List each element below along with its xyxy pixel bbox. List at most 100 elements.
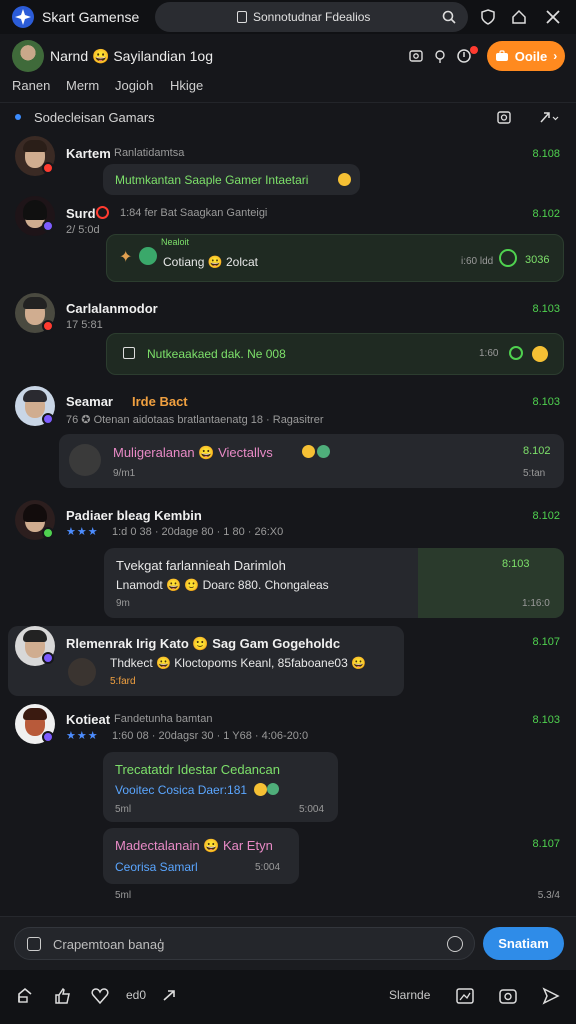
status-badge [42,220,54,232]
emoji-icon [532,346,548,362]
location-icon[interactable] [432,48,448,64]
status-badge [42,162,54,174]
sender-name-accent: Irde Bact [132,394,188,409]
attach-icon[interactable] [27,937,41,951]
message-text: Thdkect 😀 Kloctopoms Keanl, 85faboane03 … [110,656,367,670]
message-composer: Crapemtoan banaģ Snatiam [0,916,576,970]
top-search-field[interactable]: Sonnotudnar Fdealios [155,2,468,32]
message-bubble[interactable]: Madectalanain 😀 Kar Etyn Ceorisa Samarl … [103,828,299,884]
emoji-icon [302,445,315,458]
message-item: Seamar Irde Bact 76 ✪ Otenan aidotaas br… [0,386,576,496]
sender-name: Rlemenrak Irig Kato 🙂 Sag Gam Gogeholdc [66,636,341,651]
profile-name: Narnd 😀 Sayilandian 1og [50,48,213,64]
sender-meta: Fandetunha bamtan [114,713,213,725]
status-badge [42,527,54,539]
message-bubble[interactable]: Tvekgat farlannieah Darimloh Lnamodt 😀 🙂… [104,548,564,618]
sender-meta: 1:d 0 38 · 20dage 80 · 1 80 · 26:X0 [112,526,284,538]
emoji-icon [254,783,267,796]
camera-icon[interactable] [496,109,512,125]
message-meta-right-2: 1:16:0 [522,598,550,609]
avatar-hair [23,200,47,220]
heart-icon[interactable] [90,986,110,1006]
action-button[interactable]: Ooile › [487,41,565,71]
sender-name: Padiaer bleag Kembin [66,508,202,523]
message-text: Nutkeaakaed dak. Ne 008 [147,347,286,361]
message-count: 3036 [525,254,550,266]
expand-icon[interactable] [538,109,560,125]
rating-stars: ★★★ [66,730,99,742]
share-icon[interactable] [15,986,35,1006]
avatar-hair [23,708,47,720]
message-bubble[interactable]: ✦ Nealoit Cotiang 😀 2olcat i:60 ldd 3036 [106,234,564,282]
notification-dot [470,46,478,54]
message-time: 8.103 [532,303,560,315]
video-icon[interactable] [498,986,518,1006]
avatar-hair [23,140,47,152]
message-bubble[interactable]: Muligeralanan 😀 Viectallvs 9/m1 8.102 5:… [59,434,564,488]
sender-submeta: 1:60 08 · 20dagsr 30 · 1 Y68 · 4:06-20:0 [112,730,309,742]
message-subtext: 9m [116,598,130,609]
chevron-right-icon: › [553,49,558,63]
message-input-placeholder: Crapemtoan banaģ [53,937,165,952]
avatar-hair [23,504,47,522]
thumbs-up-icon[interactable] [53,986,73,1006]
avatar-hair [23,390,47,402]
message-bubble[interactable]: Nutkeaakaed dak. Ne 008 1:60 [106,333,564,375]
top-search-text: Sonnotudnar Fdealios [253,10,371,24]
bottom-label[interactable]: Slarnde [389,988,430,1002]
check-icon [509,346,523,360]
game-icon [139,247,157,265]
emoji-icon [338,173,351,186]
message-meta-right: i:60 ldd [461,256,494,267]
message-item: Carlalanmodor 17 5:81 8.103 Nutkeaakaed … [0,293,576,381]
message-bubble[interactable]: Trecatatdr Idestar Cedancan Vooitec Cosi… [103,752,338,822]
message-item: Kartem Ranlatidamtsa 8.108 Mutmkantan Sa… [0,136,576,196]
app-logo-icon[interactable] [12,6,34,28]
search-icon[interactable] [442,10,456,24]
sender-name: Seamar [66,394,113,409]
home-icon[interactable] [510,8,528,26]
send-arrow-icon[interactable] [541,986,561,1006]
image-icon[interactable] [455,986,475,1006]
nav-tabs: Ranen Merm Jogioh Hkige [0,78,576,100]
avatar-hair [23,297,47,309]
forward-icon[interactable] [160,986,180,1006]
status-badge [42,320,54,332]
section-dot [15,114,21,120]
thumbnail-avatar [68,658,96,686]
tab-hkige[interactable]: Hkige [170,78,203,93]
people-icon[interactable] [408,48,424,64]
message-meta-right: 5:004 [255,862,281,873]
message-bubble[interactable]: Mutmkantan Saaple Gamer Intaetari [103,164,360,195]
top-bar: Skart Gamense Sonnotudnar Fdealios [0,0,576,34]
app-title: Skart Gamense [42,9,140,25]
sender-meta: Ranlatidamtsa [114,147,185,159]
message-item: Kotieat Fandetunha bamtan ★★★ 1:60 08 · … [0,704,576,824]
close-icon[interactable] [544,8,562,26]
action-button-label: Ooile [514,48,548,64]
message-bubble[interactable]: Rlemenrak Irig Kato 🙂 Sag Gam Gogeholdc … [8,626,404,696]
message-text: Mutmkantan Saaple Gamer Intaetari [115,173,309,187]
message-meta-right: 8.102 [523,445,551,457]
tab-ranen[interactable]: Ranen [12,78,50,93]
message-tag: Nealoit [161,237,190,247]
send-button[interactable]: Snatiam [483,927,564,960]
message-time: 8.103 [532,396,560,408]
message-time-2: 5.3/4 [537,890,560,901]
emoji-picker-icon[interactable] [447,936,463,952]
rating-stars: ★★★ [66,526,99,538]
sender-submeta: 17 5:81 [66,319,103,331]
user-avatar[interactable] [12,40,44,72]
message-time: 8.108 [532,148,560,160]
tab-merm[interactable]: Merm [66,78,99,93]
shield-icon[interactable] [479,8,497,26]
status-badge [42,652,54,664]
sender-name: Kotieat [66,712,111,727]
sender-submeta: 2/ 5:0d [66,224,100,236]
tab-jogioh[interactable]: Jogioh [115,78,153,93]
message-input[interactable]: Crapemtoan banaģ [14,927,475,960]
message-subtext: 5:fard [110,676,136,687]
message-item: Surd 1:84 fer Bat Saagkan Ganteigi 2/ 5:… [0,196,576,286]
message-text-2: Ceorisa Samarl [115,860,198,874]
message-time: 8.102 [532,208,560,220]
